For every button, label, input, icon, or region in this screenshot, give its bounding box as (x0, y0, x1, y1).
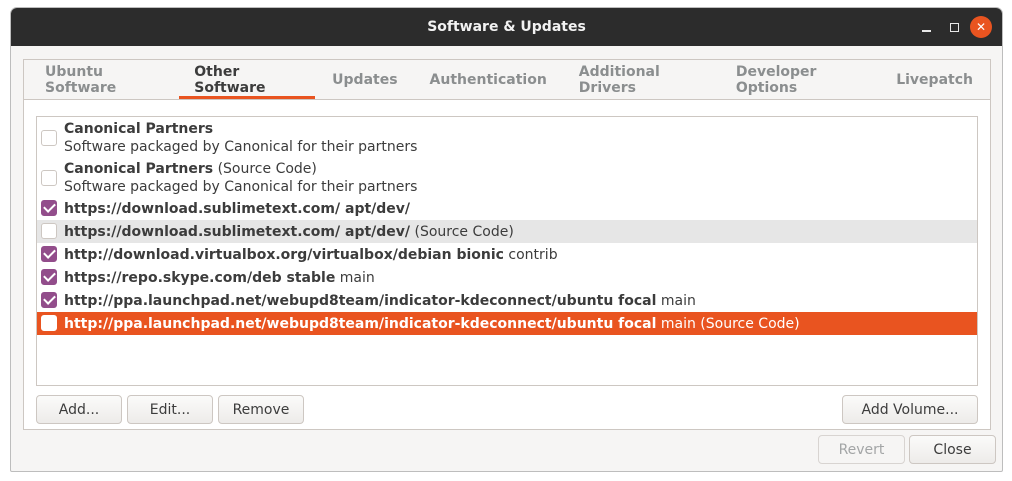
tab-developer-options[interactable]: Developer Options (721, 60, 879, 99)
tab-ubuntu-software[interactable]: Ubuntu Software (30, 60, 177, 99)
source-row[interactable]: http://ppa.launchpad.net/webupd8team/ind… (37, 312, 977, 335)
source-row[interactable]: Canonical Partners (Source Code) Software… (37, 157, 977, 197)
source-suffix: main (656, 292, 696, 309)
close-button[interactable]: Close (909, 435, 996, 464)
source-checkbox[interactable] (41, 315, 57, 331)
source-name: https://download.sublimetext.com/ apt/de… (64, 223, 411, 240)
source-text: Canonical Partners (Source Code) Software… (64, 160, 417, 196)
maximize-icon[interactable] (942, 15, 966, 39)
source-suffix: main (335, 269, 375, 286)
source-checkbox[interactable] (41, 246, 57, 262)
source-row[interactable]: http://ppa.launchpad.net/webupd8team/ind… (37, 289, 977, 312)
source-name: http://download.virtualbox.org/virtualbo… (64, 246, 504, 263)
source-suffix: main (Source Code) (656, 315, 800, 332)
source-row[interactable]: https://download.sublimetext.com/ apt/de… (37, 220, 977, 243)
source-checkbox[interactable] (41, 223, 57, 239)
window-title: Software & Updates (427, 19, 586, 35)
source-checkbox[interactable] (41, 200, 57, 216)
add-volume-button[interactable]: Add Volume... (842, 395, 978, 424)
source-name: http://ppa.launchpad.net/webupd8team/ind… (64, 292, 657, 309)
tab-bar: Ubuntu Software Other Software Updates Auth… (24, 60, 990, 100)
source-row[interactable]: https://download.sublimetext.com/ apt/de… (37, 197, 977, 220)
tab-other-software[interactable]: Other Software (179, 60, 316, 99)
source-name: Canonical Partners (64, 121, 214, 137)
source-suffix: contrib (503, 246, 558, 263)
source-name: https://repo.skype.com/deb stable (64, 269, 336, 286)
source-text: Canonical Partners Software packaged by C… (64, 120, 417, 156)
source-text: https://download.sublimetext.com/ apt/de… (64, 200, 410, 218)
edit-button[interactable]: Edit... (127, 395, 213, 424)
source-checkbox[interactable] (41, 130, 57, 146)
source-text: https://download.sublimetext.com/ apt/de… (64, 223, 514, 241)
tab-notebook: Ubuntu Software Other Software Updates Auth… (23, 59, 991, 430)
title-bar[interactable]: Software & Updates ✕ (11, 8, 1002, 46)
source-checkbox[interactable] (41, 269, 57, 285)
remove-button[interactable]: Remove (218, 395, 304, 424)
window-controls: ✕ (914, 8, 992, 46)
source-name: http://ppa.launchpad.net/webupd8team/ind… (64, 315, 657, 332)
source-name: Canonical Partners (64, 161, 214, 177)
source-text: http://ppa.launchpad.net/webupd8team/ind… (64, 292, 696, 310)
tab-authentication[interactable]: Authentication (415, 60, 562, 99)
software-sources-list[interactable]: Canonical Partners Software packaged by C… (36, 116, 978, 386)
source-description: Software packaged by Canonical for their… (64, 179, 418, 195)
source-text: https://repo.skype.com/deb stable main (64, 269, 375, 287)
tab-livepatch[interactable]: Livepatch (881, 60, 988, 99)
revert-button[interactable]: Revert (818, 435, 905, 464)
source-suffix: (Source Code) (213, 161, 317, 177)
source-checkbox[interactable] (41, 170, 57, 186)
tab-updates[interactable]: Updates (317, 60, 412, 99)
source-text: http://ppa.launchpad.net/webupd8team/ind… (64, 315, 800, 333)
add-button[interactable]: Add... (36, 395, 122, 424)
source-row[interactable]: http://download.virtualbox.org/virtualbo… (37, 243, 977, 266)
close-icon[interactable]: ✕ (970, 16, 992, 38)
source-description: Software packaged by Canonical for their… (64, 139, 418, 155)
minimize-icon[interactable] (914, 15, 938, 39)
source-text: http://download.virtualbox.org/virtualbo… (64, 246, 558, 264)
source-row[interactable]: https://repo.skype.com/deb stable main (37, 266, 977, 289)
source-suffix: (Source Code) (410, 223, 514, 240)
software-updates-window: Software & Updates ✕ Ubuntu Software Othe… (10, 7, 1003, 472)
source-row[interactable]: Canonical Partners Software packaged by C… (37, 117, 977, 157)
source-checkbox[interactable] (41, 292, 57, 308)
tab-additional-drivers[interactable]: Additional Drivers (564, 60, 719, 99)
source-name: https://download.sublimetext.com/ apt/de… (64, 200, 411, 217)
